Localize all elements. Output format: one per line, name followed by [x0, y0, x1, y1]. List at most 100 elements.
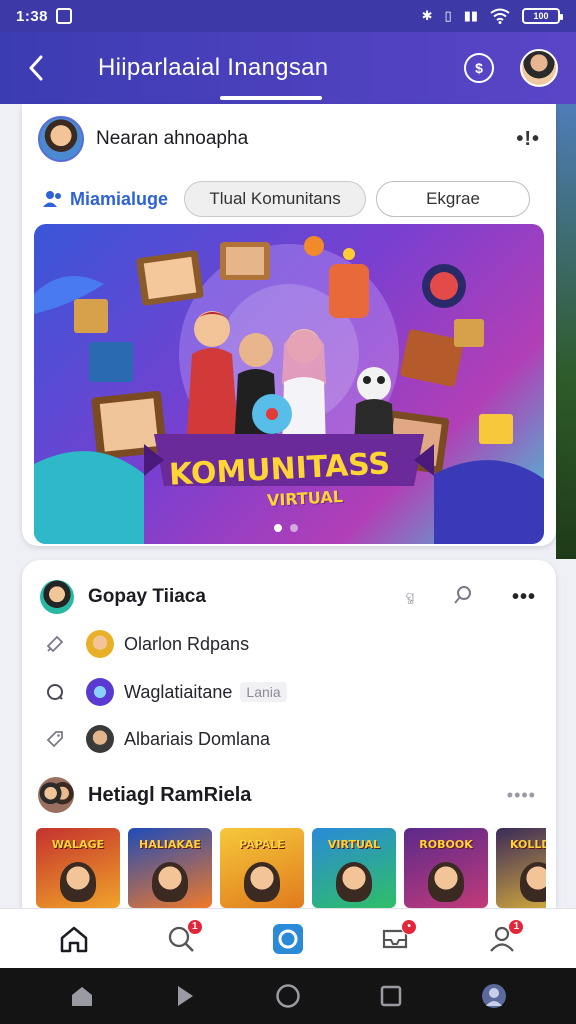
- sys-assistant-button[interactable]: [474, 976, 514, 1016]
- profile-avatar[interactable]: [520, 49, 558, 87]
- game-character: [336, 862, 372, 902]
- group-header: Gopay Tiiaca ସ୍ଥ •••: [40, 580, 536, 614]
- home-icon: [71, 987, 92, 1006]
- community-banner[interactable]: KOMUNITASS VIRTUAL: [34, 224, 544, 544]
- camera-icon: [272, 923, 303, 954]
- game-tile[interactable]: ROBOOK: [404, 828, 488, 908]
- game-title: VIRTUAL: [327, 838, 381, 851]
- battery-icon: 100: [522, 8, 563, 24]
- tab-active[interactable]: Miamialuge: [42, 188, 168, 210]
- app-header: Hiiparlaaial Inangsan $: [0, 32, 576, 104]
- section-header: Hetiagl RamRiela ••••: [38, 776, 536, 814]
- game-title: WALAGE: [51, 838, 105, 851]
- group-item-label: Albariais Domlana: [124, 728, 271, 749]
- section-avatar[interactable]: [38, 777, 74, 813]
- section-title[interactable]: Hetiagl RamRiela: [88, 784, 251, 807]
- sys-recents-button[interactable]: [371, 976, 411, 1016]
- group-item-label: Olarlon Rdpans: [124, 633, 250, 654]
- game-tile[interactable]: KOLLDES: [496, 828, 546, 908]
- tab-active-label: Miamialuge: [70, 188, 169, 209]
- status-icons: ✱ ▯ ▮▮ 100: [421, 8, 563, 24]
- bluetooth-icon: ✱: [421, 8, 433, 23]
- play-icon: [177, 986, 193, 1006]
- circle-icon: [276, 984, 300, 1008]
- post-card: Nearan ahnoapha •!• Miamialuge Tlual Kom…: [22, 104, 556, 546]
- sys-home-button[interactable]: [62, 976, 102, 1016]
- system-nav-bar: [0, 968, 576, 1024]
- notification-badge: 1: [186, 918, 203, 935]
- nav-home[interactable]: [52, 917, 96, 961]
- game-carousel[interactable]: WALAGE HALIAKAE PAPALE VIRTUAL ROBOOK KOLLDES: [36, 828, 546, 908]
- item-avatar: [86, 678, 114, 706]
- assistant-icon: [482, 984, 507, 1008]
- circle-refresh-icon: [44, 681, 66, 703]
- game-tile[interactable]: WALAGE: [36, 828, 120, 908]
- notification-icon: [56, 8, 73, 24]
- game-title: KOLLDES: [510, 838, 546, 851]
- item-avatar: [86, 725, 114, 753]
- nav-camera[interactable]: [266, 917, 310, 961]
- pin-icon: [454, 585, 471, 604]
- background-image-strip: [556, 104, 576, 559]
- author-avatar[interactable]: [38, 116, 84, 162]
- game-character: [152, 862, 188, 902]
- chevron-left-icon: [29, 55, 43, 81]
- status-bar: 1:38 ✱ ▯ ▮▮ 100: [0, 0, 576, 32]
- group-item[interactable]: Olarlon Rdpans: [44, 627, 536, 661]
- post-tabs: Miamialuge Tlual Komunitans Ekgrae: [42, 180, 542, 218]
- sys-overview-button[interactable]: [268, 976, 308, 1016]
- game-character: [428, 862, 464, 902]
- signal-icon: ▮▮: [463, 8, 478, 23]
- game-character: [520, 862, 546, 902]
- status-time: 1:38: [16, 7, 49, 25]
- square-icon: [380, 985, 402, 1007]
- item-avatar: [86, 630, 114, 658]
- back-button[interactable]: [18, 48, 54, 88]
- banner-subtitle: VIRTUAL: [266, 487, 344, 510]
- group-name[interactable]: Gopay Tiiaca: [88, 586, 206, 608]
- nav-inbox[interactable]: •: [373, 917, 418, 961]
- home-icon: [60, 926, 87, 952]
- game-title: HALIAKAE: [139, 838, 201, 851]
- tab-explore[interactable]: Ekgrae: [376, 181, 531, 217]
- nav-search[interactable]: 1: [159, 917, 203, 961]
- group-item[interactable]: Albariais Domlana: [44, 722, 536, 756]
- game-character: [244, 862, 280, 902]
- post-header: Nearan ahnoapha •!•: [38, 116, 540, 162]
- game-tile[interactable]: HALIAKAE: [128, 828, 212, 908]
- pin-icon: [44, 633, 66, 655]
- group-item-tag: Lania: [240, 682, 287, 702]
- game-tile[interactable]: VIRTUAL: [312, 828, 396, 908]
- chat-button[interactable]: $: [464, 53, 494, 83]
- wifi-icon: [490, 8, 510, 24]
- post-author-name[interactable]: Nearan ahnoapha: [96, 128, 248, 150]
- header-tab-indicator: [220, 96, 322, 100]
- carousel-dots[interactable]: [274, 524, 298, 532]
- group-item[interactable]: Waglatiaitane Lania: [44, 675, 536, 709]
- group-card: Gopay Tiiaca ସ୍ଥ ••• Olarlon Rdpans Wagl…: [22, 560, 556, 920]
- game-title: PAPALE: [239, 838, 285, 851]
- post-menu-button[interactable]: •!•: [516, 128, 540, 151]
- group-item-label: Waglatiaitane: [124, 681, 233, 702]
- notification-badge: 1: [508, 918, 525, 935]
- tag-icon: [44, 728, 66, 750]
- users-icon: [43, 191, 61, 207]
- bottom-nav: 1 • 1: [0, 908, 576, 968]
- notification-badge: •: [401, 918, 418, 935]
- tab-komunitas[interactable]: Tlual Komunitans: [184, 181, 367, 217]
- group-avatar[interactable]: [40, 580, 74, 614]
- chat-icon: $: [475, 60, 483, 76]
- section-menu-button[interactable]: ••••: [507, 785, 536, 806]
- group-tag: ସ୍ଥ: [405, 589, 414, 604]
- game-character: [60, 862, 96, 902]
- sys-back-button[interactable]: [165, 976, 205, 1016]
- sim-icon: ▯: [444, 8, 452, 23]
- game-title: ROBOOK: [419, 838, 473, 851]
- game-tile[interactable]: PAPALE: [220, 828, 304, 908]
- page-title: Hiiparlaaial Inangsan: [98, 54, 329, 81]
- carousel-dot-active[interactable]: [274, 524, 282, 532]
- nav-profile[interactable]: 1: [480, 917, 525, 961]
- carousel-dot[interactable]: [290, 524, 298, 532]
- group-menu-button[interactable]: •••: [512, 586, 536, 609]
- pin-button[interactable]: [452, 584, 474, 611]
